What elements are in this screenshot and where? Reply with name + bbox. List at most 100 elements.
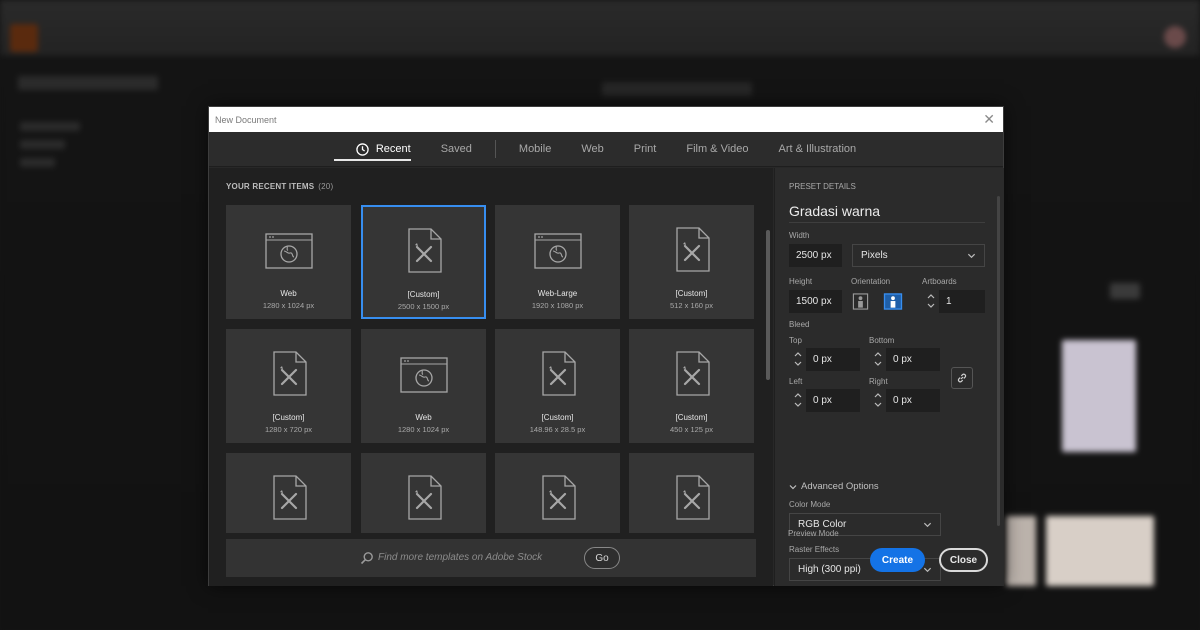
bleed-top-field[interactable]: 0 px bbox=[806, 348, 860, 371]
recent-item-name: Web-Large bbox=[537, 289, 578, 298]
bg-thumbnail bbox=[1046, 516, 1154, 586]
close-button[interactable]: Close bbox=[939, 548, 988, 572]
bleed-top-label: Top bbox=[789, 336, 802, 345]
chevron-down-icon bbox=[923, 522, 932, 528]
search-input[interactable]: Find more templates on Adobe Stock bbox=[378, 552, 542, 563]
bleed-left-field[interactable]: 0 px bbox=[806, 389, 860, 412]
width-field[interactable]: 2500 px bbox=[789, 244, 842, 267]
custom-document-icon bbox=[667, 348, 717, 398]
recent-item-tile[interactable]: Web-Large 1920 x 1080 px bbox=[495, 205, 620, 319]
recent-count: (20) bbox=[318, 182, 334, 191]
stock-search-bar: Find more templates on Adobe Stock Go bbox=[226, 539, 756, 577]
recent-item-name: Web bbox=[415, 413, 432, 422]
preset-scrollbar[interactable] bbox=[997, 196, 1000, 526]
artboards-stepper[interactable] bbox=[925, 290, 937, 312]
tab-art-illustration[interactable]: Art & Illustration bbox=[779, 132, 857, 166]
bleed-left-label: Left bbox=[789, 377, 803, 386]
custom-document-icon bbox=[533, 348, 583, 398]
bg-nav-item bbox=[20, 122, 80, 131]
tab-mobile[interactable]: Mobile bbox=[519, 132, 551, 166]
custom-document-icon bbox=[533, 472, 583, 522]
recent-item-name: [Custom] bbox=[675, 413, 708, 422]
recent-item-name: [Custom] bbox=[541, 413, 574, 422]
recent-item-size: 1280 x 1024 px bbox=[397, 425, 450, 434]
link-icon bbox=[957, 373, 967, 383]
height-field[interactable]: 1500 px bbox=[789, 290, 842, 313]
recent-item-name: Web bbox=[280, 289, 297, 298]
units-select[interactable]: Pixels bbox=[852, 244, 985, 267]
dialog-close-icon[interactable]: ✕ bbox=[983, 111, 995, 127]
new-document-dialog: New Document ✕ Recent Saved Mobile Web P… bbox=[208, 106, 1004, 586]
recent-item-tile[interactable]: Web 1280 x 1024 px bbox=[226, 205, 351, 319]
height-label: Height bbox=[789, 277, 813, 286]
tab-print[interactable]: Print bbox=[634, 132, 657, 166]
raster-effects-label: Raster Effects bbox=[789, 545, 840, 554]
recent-item-size: 148.96 x 28.5 px bbox=[529, 425, 586, 434]
tab-divider bbox=[494, 140, 496, 158]
category-tabs: Recent Saved Mobile Web Print Film & Vid… bbox=[209, 132, 1003, 167]
recent-item-tile[interactable]: [Custom] 2500 x 1500 px bbox=[361, 205, 486, 319]
recent-item-size: 1280 x 720 px bbox=[264, 425, 313, 434]
advanced-options-toggle[interactable]: Advanced Options bbox=[789, 481, 879, 492]
tab-label: Print bbox=[633, 143, 657, 155]
web-document-icon bbox=[264, 224, 314, 274]
preset-name-field[interactable]: Gradasi warna bbox=[789, 203, 985, 223]
portrait-orientation-icon[interactable] bbox=[852, 293, 869, 310]
create-button[interactable]: Create bbox=[870, 548, 925, 572]
recent-item-tile[interactable] bbox=[629, 453, 754, 533]
recent-item-tile[interactable] bbox=[361, 453, 486, 533]
bleed-left-stepper[interactable] bbox=[792, 389, 804, 411]
custom-document-icon bbox=[399, 225, 449, 275]
recent-item-tile[interactable] bbox=[226, 453, 351, 533]
units-value: Pixels bbox=[861, 250, 888, 261]
tab-label: Art & Illustration bbox=[778, 143, 857, 155]
tab-label: Saved bbox=[440, 143, 472, 155]
bg-thumbnail bbox=[1006, 516, 1036, 586]
recent-item-tile[interactable] bbox=[495, 453, 620, 533]
bleed-top-stepper[interactable] bbox=[792, 348, 804, 370]
recent-item-size: 512 x 160 px bbox=[670, 301, 713, 310]
custom-document-icon bbox=[264, 348, 314, 398]
bg-nav-item bbox=[20, 140, 65, 149]
recent-item-size: 450 x 125 px bbox=[670, 425, 713, 434]
tab-label: Mobile bbox=[518, 143, 552, 155]
width-label: Width bbox=[789, 231, 810, 240]
artboards-field[interactable]: 1 bbox=[939, 290, 985, 313]
orientation-label: Orientation bbox=[851, 277, 891, 286]
recent-item-tile[interactable]: [Custom] 512 x 160 px bbox=[629, 205, 754, 319]
chevron-down-icon bbox=[923, 567, 932, 573]
go-button[interactable]: Go bbox=[584, 547, 620, 569]
tab-film-video[interactable]: Film & Video bbox=[686, 132, 748, 166]
bleed-right-stepper[interactable] bbox=[872, 389, 884, 411]
link-bleed-button[interactable] bbox=[951, 367, 973, 389]
chevron-down-icon bbox=[789, 484, 797, 489]
search-icon bbox=[360, 552, 373, 565]
recent-item-tile[interactable]: [Custom] 1280 x 720 px bbox=[226, 329, 351, 443]
bleed-bottom-field[interactable]: 0 px bbox=[886, 348, 940, 371]
recent-items-pane: YOUR RECENT ITEMS (20) Web 1280 x 1024 px [… bbox=[209, 168, 773, 586]
tab-label: Recent bbox=[375, 143, 411, 155]
recent-items-scrollbar[interactable] bbox=[766, 230, 770, 380]
web-document-icon bbox=[399, 348, 449, 398]
recent-heading-label: YOUR RECENT ITEMS bbox=[226, 182, 315, 191]
custom-document-icon bbox=[264, 472, 314, 522]
recent-item-name: [Custom] bbox=[675, 289, 708, 298]
recent-item-tile[interactable]: Web 1280 x 1024 px bbox=[361, 329, 486, 443]
recent-item-tile[interactable]: [Custom] 450 x 125 px bbox=[629, 329, 754, 443]
bg-toggle bbox=[1110, 283, 1140, 299]
recent-item-tile[interactable]: [Custom] 148.96 x 28.5 px bbox=[495, 329, 620, 443]
custom-document-icon bbox=[399, 472, 449, 522]
recent-item-name: [Custom] bbox=[272, 413, 305, 422]
tab-label: Web bbox=[581, 143, 604, 155]
app-logo bbox=[10, 24, 38, 52]
bleed-bottom-stepper[interactable] bbox=[872, 348, 884, 370]
bg-welcome-text bbox=[602, 82, 752, 96]
tab-web[interactable]: Web bbox=[581, 132, 603, 166]
preview-mode-label: Preview Mode bbox=[788, 529, 839, 538]
tab-saved[interactable]: Saved bbox=[441, 132, 472, 166]
bleed-right-field[interactable]: 0 px bbox=[886, 389, 940, 412]
dialog-title: New Document bbox=[215, 114, 277, 125]
landscape-orientation-icon[interactable] bbox=[883, 293, 903, 310]
bg-thumbnail bbox=[1062, 340, 1136, 452]
tab-recent[interactable]: Recent bbox=[333, 132, 411, 166]
